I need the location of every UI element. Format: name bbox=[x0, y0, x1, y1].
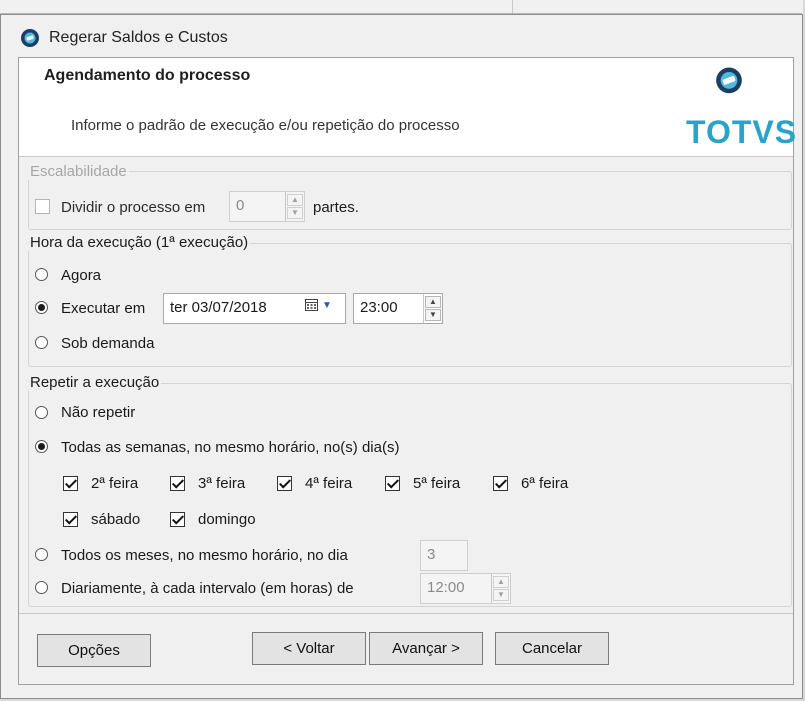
checkbox-wednesday[interactable] bbox=[277, 476, 292, 491]
checkbox-thursday[interactable] bbox=[385, 476, 400, 491]
execution-time-stepper[interactable]: ▲ ▼ bbox=[423, 294, 441, 323]
checkbox-saturday-label: sábado bbox=[91, 511, 141, 528]
radio-on-demand[interactable] bbox=[35, 336, 48, 349]
checkbox-wednesday-label: 4ª feira bbox=[305, 475, 353, 492]
window-title: Regerar Saldos e Custos bbox=[49, 29, 228, 46]
spin-up-icon[interactable]: ▲ bbox=[287, 194, 303, 206]
radio-monthly-label: Todos os meses, no mesmo horário, no dia bbox=[61, 547, 348, 564]
checkbox-thursday-label: 5ª feira bbox=[413, 475, 461, 492]
divide-process-label: Dividir o processo em bbox=[61, 199, 206, 216]
checkbox-sunday-label: domingo bbox=[198, 511, 256, 528]
repeat-group bbox=[28, 383, 792, 607]
spin-up-icon[interactable]: ▲ bbox=[425, 296, 441, 308]
checkbox-monday[interactable] bbox=[63, 476, 78, 491]
radio-daily-label: Diariamente, à cada intervalo (em horas)… bbox=[61, 580, 354, 597]
checkbox-friday-label: 6ª feira bbox=[521, 475, 569, 492]
background-window-strip bbox=[0, 0, 803, 14]
radio-now[interactable] bbox=[35, 268, 48, 281]
radio-weekly-label: Todas as semanas, no mesmo horário, no(s… bbox=[61, 439, 400, 456]
execution-time-legend: Hora da execução (1ª execução) bbox=[28, 234, 251, 251]
totvs-logo-text: TOTVS bbox=[686, 114, 798, 150]
divide-process-checkbox[interactable] bbox=[35, 199, 50, 214]
radio-execute-at[interactable] bbox=[35, 301, 48, 314]
spin-down-icon[interactable]: ▼ bbox=[287, 207, 303, 219]
month-day-input[interactable]: 3 bbox=[420, 540, 468, 571]
checkbox-saturday[interactable] bbox=[63, 512, 78, 527]
totvs-app-icon bbox=[21, 29, 39, 47]
page-description: Informe o padrão de execução e/ou repeti… bbox=[71, 117, 460, 134]
interval-hours-stepper[interactable]: ▲ ▼ bbox=[491, 574, 509, 603]
radio-monthly[interactable] bbox=[35, 548, 48, 561]
radio-daily[interactable] bbox=[35, 581, 48, 594]
checkbox-monday-label: 2ª feira bbox=[91, 475, 139, 492]
calendar-icon[interactable] bbox=[305, 298, 319, 312]
chevron-down-icon[interactable]: ▼ bbox=[322, 300, 332, 311]
next-button[interactable]: Avançar > bbox=[369, 632, 483, 665]
cancel-button[interactable]: Cancelar bbox=[495, 632, 609, 665]
spin-down-icon[interactable]: ▼ bbox=[493, 589, 509, 601]
header-divider bbox=[19, 156, 793, 157]
parts-suffix-label: partes. bbox=[313, 199, 359, 216]
page-title: Agendamento do processo bbox=[44, 67, 251, 84]
checkbox-tuesday-label: 3ª feira bbox=[198, 475, 246, 492]
spin-up-icon[interactable]: ▲ bbox=[493, 576, 509, 588]
radio-no-repeat[interactable] bbox=[35, 406, 48, 419]
background-divider bbox=[512, 0, 513, 14]
radio-on-demand-label: Sob demanda bbox=[61, 335, 155, 352]
radio-execute-at-label: Executar em bbox=[61, 300, 146, 317]
scalability-legend: Escalabilidade bbox=[28, 163, 129, 180]
totvs-logo-icon bbox=[716, 67, 742, 94]
checkbox-tuesday[interactable] bbox=[170, 476, 185, 491]
checkbox-friday[interactable] bbox=[493, 476, 508, 491]
options-button[interactable]: Opções bbox=[37, 634, 151, 667]
back-button[interactable]: < Voltar bbox=[252, 632, 366, 665]
footer-divider bbox=[19, 613, 793, 614]
radio-now-label: Agora bbox=[61, 267, 102, 284]
spin-down-icon[interactable]: ▼ bbox=[425, 309, 441, 321]
radio-no-repeat-label: Não repetir bbox=[61, 404, 136, 421]
radio-weekly[interactable] bbox=[35, 440, 48, 453]
repeat-legend: Repetir a execução bbox=[28, 374, 162, 391]
checkbox-sunday[interactable] bbox=[170, 512, 185, 527]
parts-stepper[interactable]: ▲ ▼ bbox=[285, 192, 303, 221]
